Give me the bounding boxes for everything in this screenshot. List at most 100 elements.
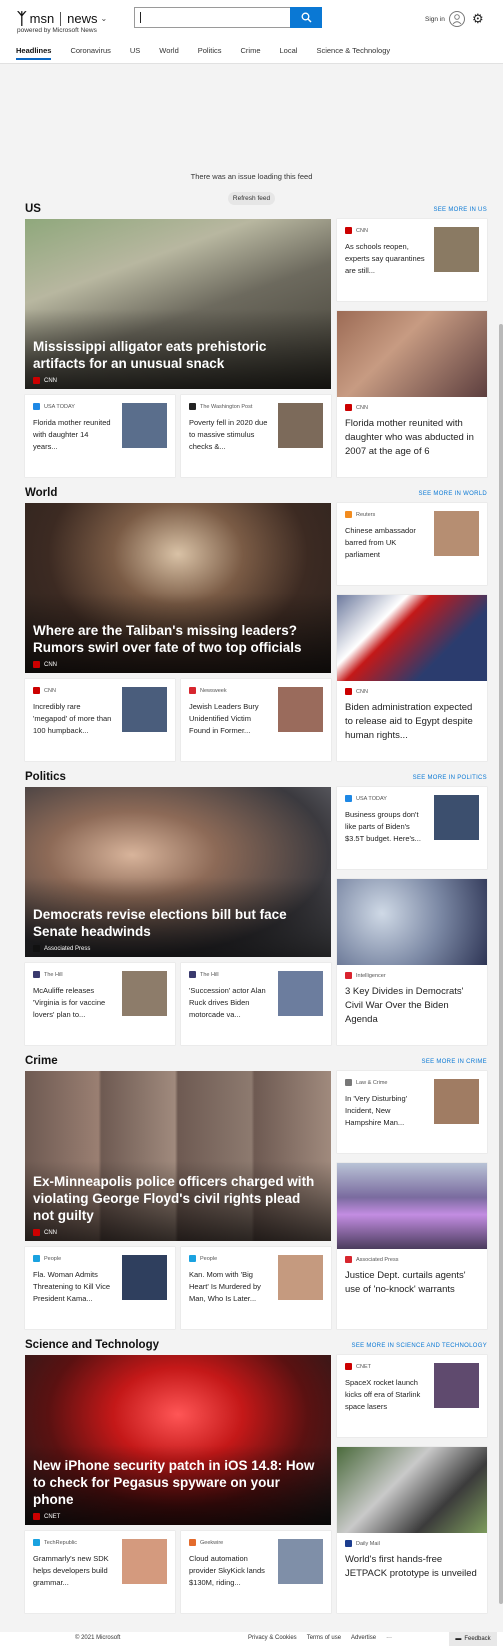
news-card[interactable]: People Kan. Mom with 'Big Heart' Is Murde… — [181, 1247, 331, 1329]
hero-source: CNN — [33, 1229, 57, 1236]
card-headline[interactable]: Kan. Mom with 'Big Heart' Is Murdered by… — [189, 1269, 269, 1305]
footer-link[interactable]: Privacy & Cookies — [248, 1635, 297, 1641]
news-card[interactable]: Associated Press Justice Dept. curtails a… — [337, 1163, 487, 1329]
news-card[interactable]: Daily Mail World's first hands-free JETPA… — [337, 1447, 487, 1613]
footer-link[interactable]: Terms of use — [307, 1635, 341, 1641]
footer-link[interactable]: Advertise — [351, 1635, 376, 1641]
publisher-name: CNN — [44, 1229, 57, 1236]
card-source: CNET — [345, 1363, 371, 1370]
card-headline[interactable]: World's first hands-free JETPACK prototy… — [345, 1553, 481, 1581]
news-card[interactable]: CNN Incredibly rare 'megapod' of more tha… — [25, 679, 175, 761]
card-headline[interactable]: Florida mother reunited with daughter 14… — [33, 417, 113, 453]
hero-card[interactable]: Democrats revise elections bill but face… — [25, 787, 331, 957]
scrollbar[interactable] — [499, 324, 503, 1604]
see-more-link[interactable]: SEE MORE IN SCIENCE AND TECHNOLOGY — [352, 1343, 487, 1349]
publisher-logo-icon — [345, 795, 352, 802]
card-headline[interactable]: Justice Dept. curtails agents' use of 'n… — [345, 1269, 481, 1297]
nav-tab[interactable]: Headlines — [16, 46, 52, 60]
section-title: Politics — [25, 771, 66, 783]
feedback-icon: ▬ — [455, 1636, 462, 1642]
news-card[interactable]: CNN Florida mother reunited with daughter… — [337, 311, 487, 477]
nav-tab[interactable]: Local — [280, 46, 298, 55]
see-more-link[interactable]: SEE MORE IN US — [433, 207, 487, 213]
card-source: CNN — [345, 688, 368, 695]
see-more-link[interactable]: SEE MORE IN CRIME — [422, 1059, 487, 1065]
card-headline[interactable]: 'Succession' actor Alan Ruck drives Bide… — [189, 985, 269, 1021]
card-headline[interactable]: Cloud automation provider SkyKick lands … — [189, 1553, 269, 1589]
card-headline[interactable]: As schools reopen, experts say quarantin… — [345, 241, 425, 277]
card-headline[interactable]: Jewish Leaders Bury Unidentified Victim … — [189, 701, 269, 737]
msn-logo[interactable]: ᛉ msn news ⌄ — [17, 9, 107, 28]
publisher-logo-icon — [189, 1255, 196, 1262]
section-world: World SEE MORE IN WORLD Where are the Tali… — [25, 487, 487, 761]
more-options-icon[interactable]: ··· — [386, 1635, 392, 1641]
butterfly-icon: ᛉ — [17, 9, 27, 28]
news-card[interactable]: The Washington Post Poverty fell in 2020 … — [181, 395, 331, 477]
news-card[interactable]: Intelligencer 3 Key Divides in Democrats'… — [337, 879, 487, 1045]
card-headline[interactable]: Biden administration expected to release… — [345, 701, 481, 743]
nav-tab[interactable]: Politics — [198, 46, 222, 55]
section-politics: Politics SEE MORE IN POLITICS Democrats re… — [25, 771, 487, 1045]
hero-headline[interactable]: Where are the Taliban's missing leaders?… — [33, 622, 321, 656]
hero-headline[interactable]: Democrats revise elections bill but face… — [33, 906, 321, 940]
card-thumbnail — [278, 687, 323, 732]
nav-tab[interactable]: Science & Technology — [316, 46, 390, 55]
nav-tab[interactable]: World — [159, 46, 178, 55]
card-headline[interactable]: In 'Very Disturbing' Incident, New Hamps… — [345, 1093, 425, 1129]
hero-headline[interactable]: Mississippi alligator eats prehistoric a… — [33, 338, 321, 372]
hero-card[interactable]: Where are the Taliban's missing leaders?… — [25, 503, 331, 673]
hero-card[interactable]: New iPhone security patch in iOS 14.8: H… — [25, 1355, 331, 1525]
card-headline[interactable]: SpaceX rocket launch kicks off era of St… — [345, 1377, 425, 1413]
card-headline[interactable]: Business groups don't like parts of Bide… — [345, 809, 425, 845]
nav-tab[interactable]: US — [130, 46, 140, 55]
card-source: The Hill — [189, 971, 219, 978]
card-source: Law & Crime — [345, 1079, 387, 1086]
card-source: Reuters — [345, 511, 375, 518]
news-card[interactable]: USA TODAY Business groups don't like part… — [337, 787, 487, 869]
news-card[interactable]: USA TODAY Florida mother reunited with da… — [25, 395, 175, 477]
news-card[interactable]: Reuters Chinese ambassador barred from UK… — [337, 503, 487, 585]
publisher-name: Law & Crime — [356, 1079, 388, 1086]
card-headline[interactable]: Fla. Woman Admits Threatening to Kill Vi… — [33, 1269, 113, 1305]
card-headline[interactable]: 3 Key Divides in Democrats' Civil War Ov… — [345, 985, 481, 1027]
card-headline[interactable]: Chinese ambassador barred from UK parlia… — [345, 525, 425, 561]
card-source: People — [189, 1255, 217, 1262]
nav-tab[interactable]: Crime — [241, 46, 261, 55]
news-card[interactable]: The Hill McAuliffe releases 'Virginia is … — [25, 963, 175, 1045]
sign-in-link[interactable]: Sign in — [425, 16, 445, 23]
card-thumbnail — [122, 403, 167, 448]
news-card[interactable]: Law & Crime In 'Very Disturbing' Incident… — [337, 1071, 487, 1153]
publisher-logo-icon — [345, 688, 352, 695]
card-source: USA TODAY — [345, 795, 387, 802]
publisher-logo-icon — [345, 1363, 352, 1370]
hero-headline[interactable]: New iPhone security patch in iOS 14.8: H… — [33, 1457, 321, 1508]
see-more-link[interactable]: SEE MORE IN POLITICS — [413, 775, 487, 781]
hero-source: CNET — [33, 1513, 60, 1520]
card-thumbnail — [434, 511, 479, 556]
news-card[interactable]: Newsweek Jewish Leaders Bury Unidentified… — [181, 679, 331, 761]
card-headline[interactable]: Incredibly rare 'megapod' of more than 1… — [33, 701, 113, 737]
avatar[interactable] — [449, 11, 465, 27]
news-card[interactable]: TechRepublic Grammarly's new SDK helps de… — [25, 1531, 175, 1613]
search-button[interactable] — [290, 7, 322, 28]
card-headline[interactable]: Grammarly's new SDK helps developers bui… — [33, 1553, 113, 1589]
news-card[interactable]: The Hill 'Succession' actor Alan Ruck dri… — [181, 963, 331, 1045]
card-headline[interactable]: Florida mother reunited with daughter wh… — [345, 417, 481, 459]
news-card[interactable]: CNET SpaceX rocket launch kicks off era o… — [337, 1355, 487, 1437]
nav-tab[interactable]: Coronavirus — [70, 46, 110, 55]
publisher-name: CNN — [44, 377, 57, 384]
publisher-name: CNET — [356, 1363, 371, 1370]
news-card[interactable]: CNN As schools reopen, experts say quaran… — [337, 219, 487, 301]
news-card[interactable]: Geekwire Cloud automation provider SkyKic… — [181, 1531, 331, 1613]
card-headline[interactable]: Poverty fell in 2020 due to massive stim… — [189, 417, 269, 453]
card-headline[interactable]: McAuliffe releases 'Virginia is for vacc… — [33, 985, 113, 1021]
news-card[interactable]: CNN Biden administration expected to rele… — [337, 595, 487, 761]
news-card[interactable]: People Fla. Woman Admits Threatening to K… — [25, 1247, 175, 1329]
hero-headline[interactable]: Ex-Minneapolis police officers charged w… — [33, 1173, 321, 1224]
chevron-down-icon[interactable]: ⌄ — [101, 14, 108, 23]
feedback-button[interactable]: ▬ Feedback — [449, 1632, 497, 1646]
hero-card[interactable]: Ex-Minneapolis police officers charged w… — [25, 1071, 331, 1241]
hero-card[interactable]: Mississippi alligator eats prehistoric a… — [25, 219, 331, 389]
gear-icon[interactable]: ⚙ — [472, 11, 484, 27]
see-more-link[interactable]: SEE MORE IN WORLD — [419, 491, 487, 497]
